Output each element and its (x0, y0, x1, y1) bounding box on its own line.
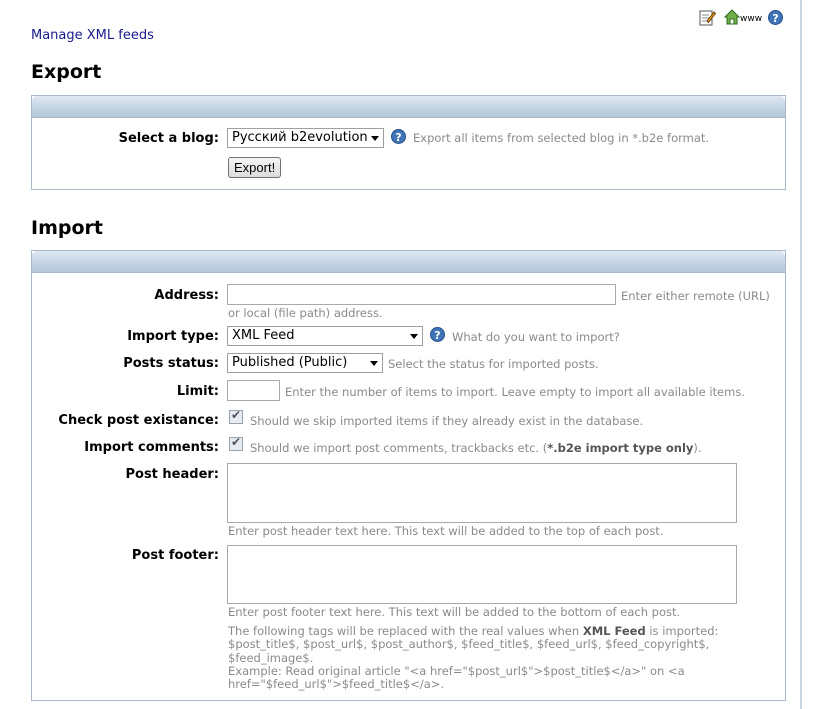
select-blog-label: Select a blog: (118, 131, 219, 146)
www-label: www (740, 14, 763, 24)
edit-icon[interactable] (699, 9, 717, 30)
help-icon[interactable]: ? (391, 129, 406, 144)
import-comments-note: Should we import post comments, trackbac… (250, 441, 702, 455)
manage-xml-feeds-link[interactable]: Manage XML feeds (31, 28, 154, 43)
chevron-down-icon (410, 334, 418, 339)
post-header-textarea[interactable] (227, 463, 737, 523)
select-blog-dropdown[interactable]: Русский b2evolution (227, 128, 384, 148)
import-type-dropdown[interactable]: XML Feed (227, 326, 423, 346)
import-panel-header (32, 251, 785, 273)
chevron-down-icon (371, 136, 379, 141)
check-post-note: Should we skip imported items if they al… (250, 414, 644, 428)
limit-note: Enter the number of items to import. Lea… (285, 385, 745, 399)
export-panel-header (32, 96, 785, 118)
help-icon[interactable]: ? (768, 10, 783, 25)
post-footer-label: Post footer: (131, 548, 219, 563)
import-comments-checkbox[interactable] (229, 435, 243, 451)
post-footer-textarea[interactable] (227, 545, 737, 604)
posts-status-label: Posts status: (123, 356, 219, 371)
post-header-note: Enter post header text here. This text w… (228, 524, 664, 538)
check-post-checkbox[interactable] (229, 408, 243, 424)
posts-status-note: Select the status for imported posts. (388, 357, 599, 371)
limit-input[interactable] (227, 380, 280, 401)
posts-status-dropdown[interactable]: Published (Public) (227, 353, 383, 373)
address-input[interactable] (227, 284, 616, 305)
post-header-label: Post header: (125, 467, 219, 482)
export-title: Export (31, 61, 102, 83)
address-note: Enter either remote (URL) (621, 289, 770, 303)
posts-status-value: Published (Public) (232, 355, 348, 370)
export-button[interactable]: Export! (228, 157, 282, 178)
post-footer-note: Enter post footer text here. This text w… (228, 605, 681, 619)
address-note-2: or local (file path) address. (228, 306, 383, 320)
help-icon[interactable]: ? (430, 327, 445, 342)
address-label: Address: (154, 288, 219, 303)
import-type-label: Import type: (127, 329, 219, 344)
import-comments-label: Import comments: (84, 440, 219, 455)
select-blog-note: Export all items from selected blog in *… (413, 131, 710, 145)
import-title: Import (31, 217, 103, 239)
limit-label: Limit: (176, 384, 219, 399)
tags-help-text: The following tags will be replaced with… (228, 624, 719, 692)
import-type-value: XML Feed (232, 328, 295, 343)
chevron-down-icon (370, 361, 378, 366)
select-blog-value: Русский b2evolution (232, 130, 368, 145)
import-type-note: What do you want to import? (452, 330, 620, 344)
check-post-label: Check post existance: (58, 413, 219, 428)
